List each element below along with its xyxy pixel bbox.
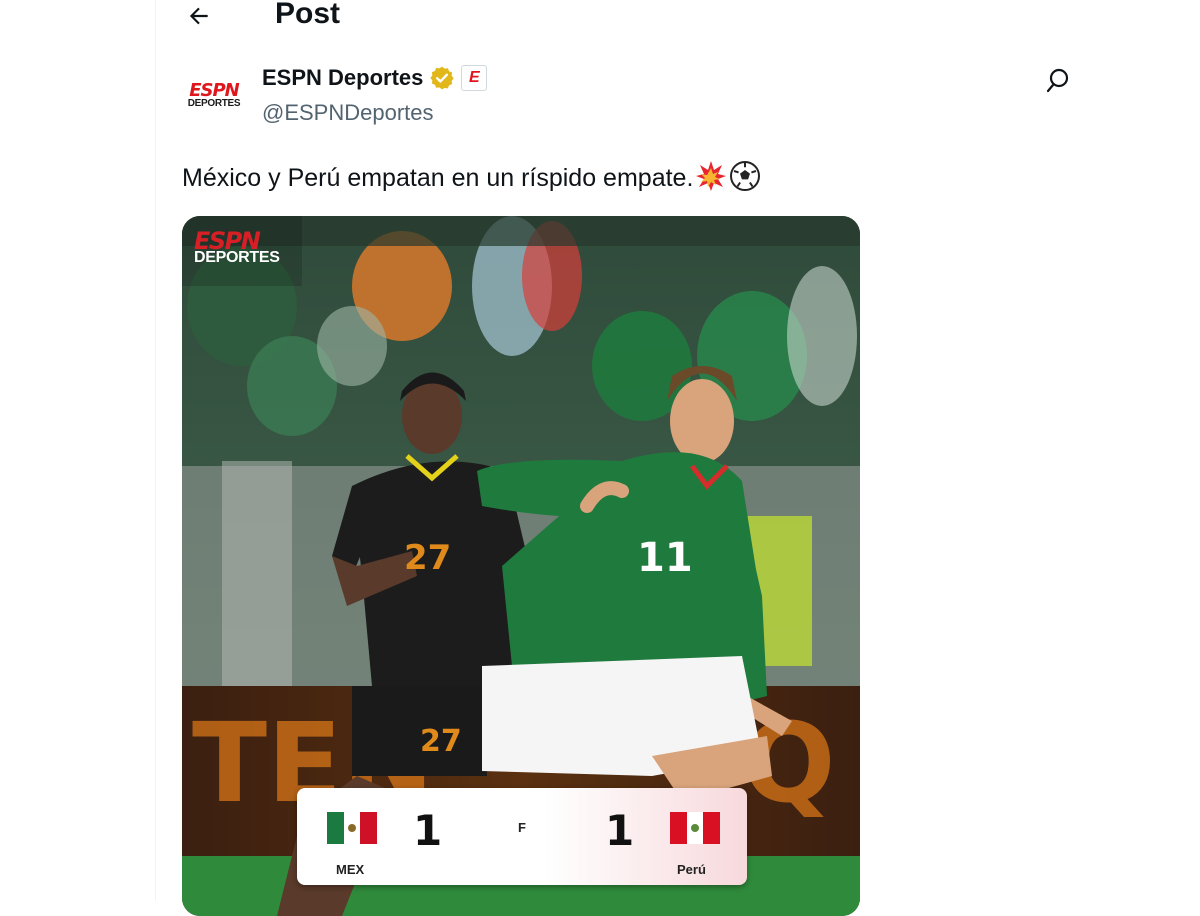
away-score: 1 [605,806,635,855]
match-status: F [518,820,526,835]
back-button[interactable] [183,0,215,32]
tweet-body: México y Perú empatan en un ríspido empa… [182,164,694,192]
espn-deportes-watermark: ESPN DEPORTES [194,229,280,266]
page-title: Post [275,0,341,30]
collision-emoji [696,161,727,191]
watermark-deportes: DEPORTES [194,249,280,266]
svg-text:11: 11 [637,535,693,581]
svg-text:27: 27 [404,538,451,578]
column-divider [155,0,156,900]
svg-text:27: 27 [420,724,462,759]
tweet-text: México y Perú empatan en un ríspido empa… [182,160,761,195]
author-name-row: ESPN Deportes E [262,65,488,91]
affiliate-badge[interactable]: E [461,65,488,91]
away-team-label: Perú [677,862,706,877]
peru-flag-icon [670,812,720,844]
arrow-left-icon [189,7,208,25]
grok-icon[interactable] [1045,66,1073,94]
mexico-flag-icon [327,812,377,844]
author-name[interactable]: ESPN Deportes [262,65,423,91]
scoreboard: 1 F 1 MEX Perú [297,788,747,885]
home-score: 1 [413,806,443,855]
verified-badge-icon[interactable] [429,65,455,91]
soccer-ball-emoji [730,161,761,191]
author-handle[interactable]: @ESPNDeportes [262,100,434,126]
avatar-espn-logo: ESPN [189,80,240,101]
avatar-deportes-text: DEPORTES [187,98,241,109]
avatar[interactable]: ESPN DEPORTES [180,62,248,130]
tweet-photo[interactable]: TEN Q 27 27 11 ESPN DEPORTES 1 F 1 MEX P… [182,216,860,916]
home-team-label: MEX [336,862,365,877]
